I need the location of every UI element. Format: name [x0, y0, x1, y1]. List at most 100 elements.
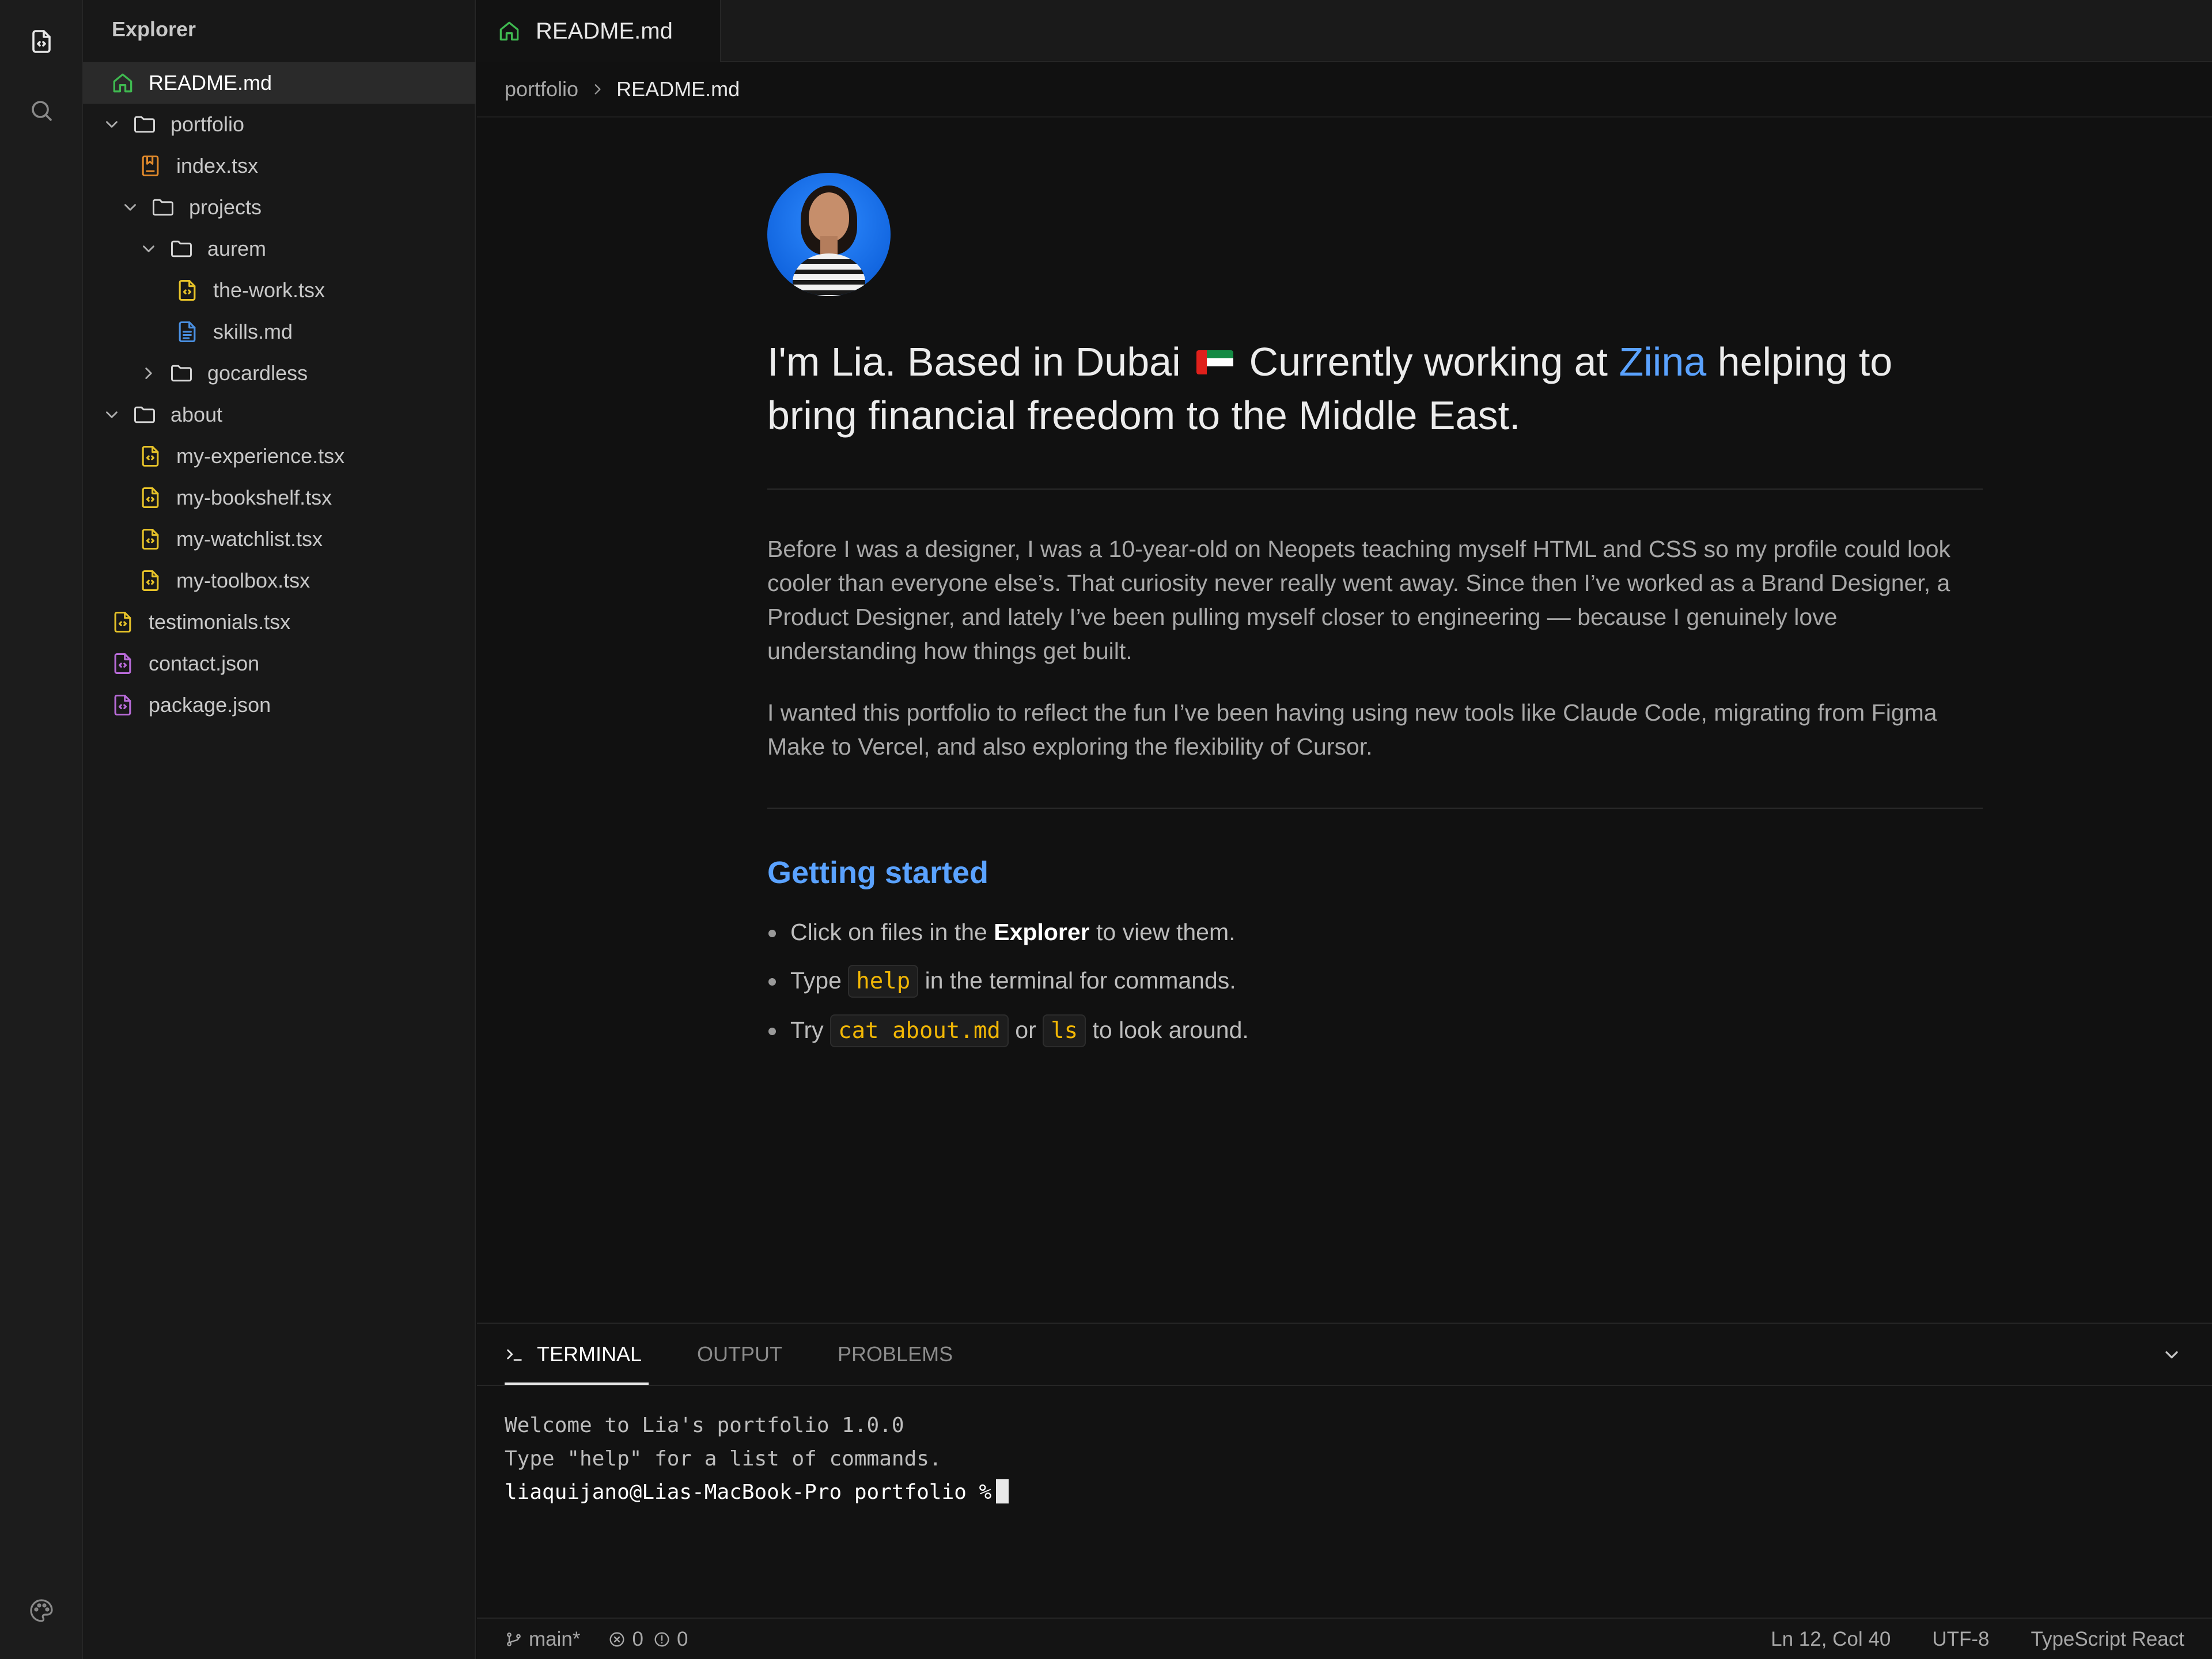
bookmark-file-icon: [137, 153, 164, 179]
headline-part1: I'm Lia. Based in Dubai: [767, 339, 1181, 384]
divider: [767, 488, 1983, 490]
chevron-down-icon: [100, 113, 123, 136]
bullet-text: or: [1015, 1017, 1036, 1043]
tsx-file-icon: [137, 484, 164, 511]
tree-item-label: aurem: [207, 237, 267, 260]
explorer-sidebar: Explorer README.md portfolio index.tsx p…: [83, 0, 476, 1659]
getting-started-heading: Getting started: [767, 855, 989, 890]
git-branch-icon: [507, 1633, 521, 1646]
inline-code: ls: [1043, 1014, 1086, 1047]
folder-icon: [131, 402, 158, 428]
editor-tabbar: README.md: [477, 0, 2212, 62]
terminal-output[interactable]: Welcome to Lia's portfolio 1.0.0 Type "he…: [505, 1409, 1009, 1509]
tab-label: OUTPUT: [697, 1342, 783, 1366]
encoding-status[interactable]: UTF-8: [1932, 1628, 1989, 1651]
list-item: Try cat about.md or ls to look around.: [767, 1006, 1983, 1055]
tree-item-label: index.tsx: [176, 154, 259, 177]
divider: [767, 808, 1983, 809]
tree-item-gocardless[interactable]: gocardless: [83, 353, 476, 394]
cursor-position-status[interactable]: Ln 12, Col 40: [1771, 1628, 1891, 1651]
tab-label: README.md: [536, 18, 673, 44]
folder-icon: [131, 111, 158, 138]
editor-area: I'm Lia. Based in Dubai Currently workin…: [477, 119, 2212, 1323]
tab-terminal[interactable]: TERMINAL: [505, 1324, 649, 1385]
bottom-panel: TERMINAL OUTPUT PROBLEMS Welcome to Lia'…: [477, 1323, 2212, 1616]
search-icon: [32, 101, 52, 121]
tree-item-testimonials-tsx[interactable]: testimonials.tsx: [83, 601, 476, 643]
activity-bar: [0, 0, 83, 1659]
tree-item-label: my-watchlist.tsx: [176, 527, 323, 551]
tab-readme[interactable]: README.md: [477, 0, 721, 62]
tree-item-label: my-bookshelf.tsx: [176, 486, 332, 509]
chevron-right-icon: [137, 362, 160, 385]
ziina-link[interactable]: Ziina: [1619, 339, 1706, 384]
language-mode-status[interactable]: TypeScript React: [2031, 1628, 2185, 1651]
file-tree: README.md portfolio index.tsx projects a…: [83, 62, 476, 726]
chevron-down-icon: [119, 196, 142, 219]
collapse-panel-button[interactable]: [2159, 1342, 2184, 1368]
palette-icon: [30, 1599, 53, 1622]
tree-item-label: README.md: [149, 71, 272, 94]
tree-item-index-tsx[interactable]: index.tsx: [83, 145, 476, 187]
tree-item-readme[interactable]: README.md: [83, 62, 476, 104]
error-icon: [609, 1632, 625, 1647]
tab-label: PROBLEMS: [838, 1342, 953, 1366]
uae-flag-icon: [1196, 350, 1234, 374]
tab-problems[interactable]: PROBLEMS: [838, 1324, 953, 1385]
tsx-file-icon: [109, 609, 136, 635]
tree-item-skills-md[interactable]: skills.md: [83, 311, 476, 353]
tsx-file-icon: [174, 277, 200, 304]
bio-paragraph-1: Before I was a designer, I was a 10-year…: [767, 536, 1951, 664]
tree-item-contact-json[interactable]: contact.json: [83, 643, 476, 684]
list-item: Type help in the terminal for commands.: [767, 956, 1983, 1006]
tree-item-label: portfolio: [171, 112, 245, 136]
tree-item-my-watchlist-tsx[interactable]: my-watchlist.tsx: [83, 518, 476, 560]
breadcrumb-item-portfolio[interactable]: portfolio: [505, 77, 578, 101]
getting-started-list: Click on files in the Explorer to view t…: [767, 908, 1983, 1055]
headline: I'm Lia. Based in Dubai Currently workin…: [767, 335, 1983, 442]
tree-item-aurem[interactable]: aurem: [83, 228, 476, 270]
problems-status[interactable]: 0 0: [608, 1628, 688, 1651]
bullet-text: to view them.: [1096, 919, 1236, 945]
bullet-text: Type: [790, 967, 842, 994]
breadcrumb-item-readme[interactable]: README.md: [616, 77, 740, 101]
tree-item-projects[interactable]: projects: [83, 187, 476, 228]
tree-item-label: contact.json: [149, 652, 260, 675]
git-branch-status[interactable]: main*: [505, 1628, 580, 1651]
bullet-text: Click on files in the: [790, 919, 987, 945]
home-icon: [109, 70, 136, 96]
chevron-down-icon: [2165, 1351, 2178, 1359]
tree-item-my-bookshelf-tsx[interactable]: my-bookshelf.tsx: [83, 477, 476, 518]
tree-item-my-toolbox-tsx[interactable]: my-toolbox.tsx: [83, 560, 476, 601]
terminal-prompt-line: liaquijano@Lias-MacBook-Pro portfolio %: [505, 1476, 1009, 1509]
list-item: Click on files in the Explorer to view t…: [767, 908, 1983, 956]
tsx-file-icon: [137, 526, 164, 552]
folder-icon: [150, 194, 176, 221]
language-mode: TypeScript React: [2031, 1628, 2185, 1650]
tab-output[interactable]: OUTPUT: [697, 1324, 782, 1385]
tsx-file-icon: [137, 567, 164, 594]
warning-icon: [654, 1632, 669, 1647]
inline-code: cat about.md: [830, 1014, 1009, 1047]
terminal-cursor: [996, 1479, 1009, 1503]
folder-icon: [168, 236, 195, 262]
tree-item-my-experience-tsx[interactable]: my-experience.tsx: [83, 435, 476, 477]
tree-item-portfolio[interactable]: portfolio: [83, 104, 476, 145]
chevron-down-icon: [100, 403, 123, 426]
tree-item-about[interactable]: about: [83, 394, 476, 435]
explorer-button[interactable]: [21, 21, 62, 62]
search-button[interactable]: [21, 90, 62, 131]
status-bar: main* 0 0 Ln 12, Col 40 UTF-8 TypeScript…: [477, 1618, 2212, 1659]
bullet-bold: Explorer: [994, 919, 1090, 945]
warning-count: 0: [676, 1628, 688, 1650]
home-icon: [499, 21, 519, 41]
terminal-icon: [507, 1349, 522, 1361]
json-file-icon: [109, 650, 136, 677]
sidebar-title: Explorer: [112, 17, 196, 41]
tsx-file-icon: [137, 443, 164, 469]
tree-item-package-json[interactable]: package.json: [83, 684, 476, 726]
tree-item-the-work-tsx[interactable]: the-work.tsx: [83, 270, 476, 311]
tree-item-label: testimonials.tsx: [149, 610, 291, 634]
theme-button[interactable]: [21, 1590, 62, 1631]
tab-label: TERMINAL: [537, 1342, 642, 1366]
